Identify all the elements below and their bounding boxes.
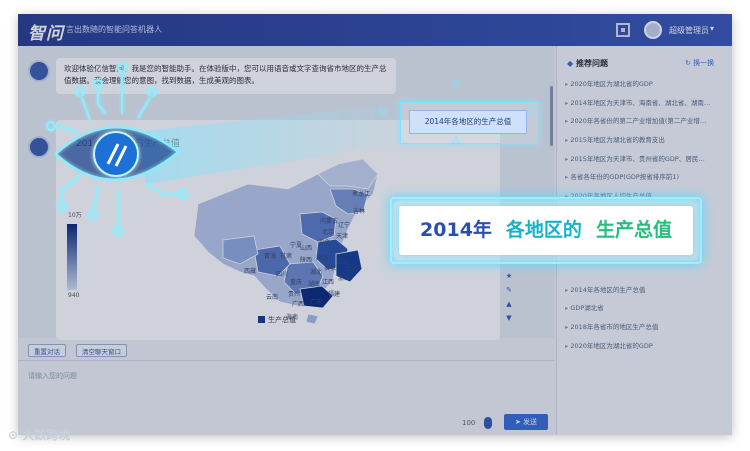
highlight-measure: 生产总值 xyxy=(595,219,672,241)
eye-iris xyxy=(93,131,139,177)
circuit-line xyxy=(137,97,151,119)
circuit-node xyxy=(57,202,67,212)
circuit-line xyxy=(57,125,79,133)
app-window: 智问 言出数随的智能问答机器人 超级管理员 ▾ 欢迎体验亿信智问，我是您的智能助… xyxy=(18,14,732,435)
highlight-text: 2014年 各地区的 生产总值 xyxy=(399,206,693,255)
circuit-node xyxy=(113,226,123,236)
highlight-panel: 2014年 各地区的 生产总值 xyxy=(390,197,702,264)
circuit-line xyxy=(97,88,107,115)
circuit-node xyxy=(93,79,103,89)
hud-query-label: 2014年各地区的生产总值 xyxy=(409,110,527,134)
circuit-line xyxy=(93,185,99,211)
circuit-node xyxy=(147,87,157,97)
circuit-node xyxy=(46,121,56,131)
circuit-line xyxy=(145,183,178,195)
scan-beam xyxy=(136,104,400,184)
triangle-up-icon: △ xyxy=(452,134,460,145)
circuit-line xyxy=(61,175,81,202)
triangle-right-icon: ▷ xyxy=(380,106,388,117)
circuit-node xyxy=(75,87,85,97)
triangle-down-icon: ▽ xyxy=(452,80,460,91)
circuit-line xyxy=(81,97,91,121)
watermark-logo-icon: ⊙ xyxy=(8,428,19,442)
hud-target-box: 2014年各地区的生产总值 xyxy=(400,102,538,144)
highlight-dimension: 各地区的 xyxy=(505,219,582,241)
triangle-left-icon: ◁ xyxy=(526,106,534,117)
watermark: ⊙ 大数跨境 xyxy=(8,428,71,442)
circuit-node xyxy=(88,210,98,220)
circuit-node xyxy=(178,189,188,199)
circuit-node xyxy=(117,63,127,73)
highlight-year: 2014年 xyxy=(420,219,492,241)
